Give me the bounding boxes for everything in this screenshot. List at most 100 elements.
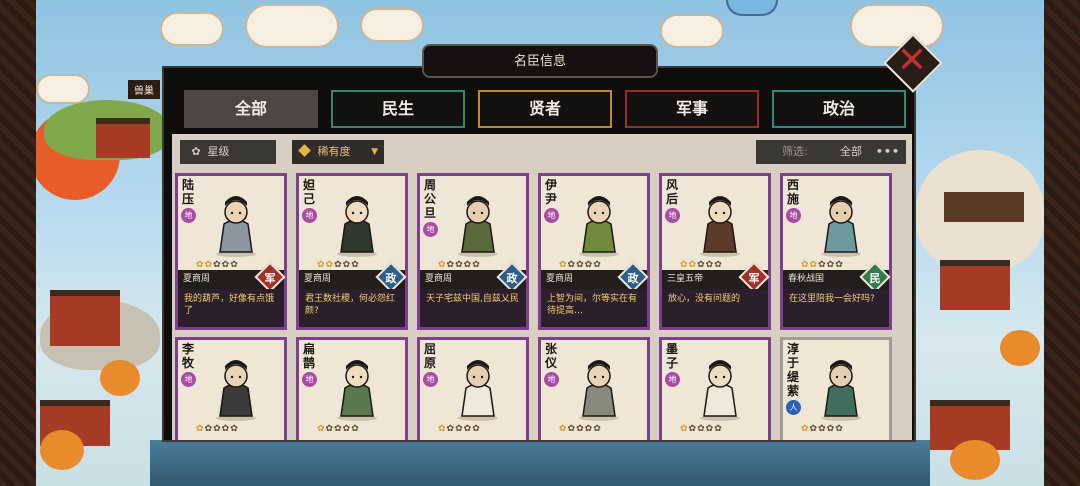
minister-card[interactable]: 淳于缇萦人 ✿✿✿✿✿ bbox=[780, 337, 892, 440]
close-button[interactable]: ✕ bbox=[883, 33, 943, 93]
star-rating: ✿✿✿✿✿ bbox=[680, 424, 723, 434]
minister-card[interactable]: 风后地 ✿✿✿✿✿ 三皇五帝 军放心，没有问题的 bbox=[659, 173, 771, 330]
autumn-tree bbox=[40, 430, 84, 470]
rank-badge: 地 bbox=[423, 372, 438, 387]
tab-sage[interactable]: 贤者 bbox=[478, 90, 612, 128]
minister-card[interactable]: 屈原地 ✿✿✿✿✿ bbox=[417, 337, 529, 440]
filter-label: 筛选: bbox=[782, 145, 808, 158]
close-x-icon: ✕ bbox=[896, 40, 928, 81]
sort-star-button[interactable]: ✿ 星级 bbox=[180, 140, 276, 164]
rank-badge: 地 bbox=[786, 208, 801, 223]
minister-portrait bbox=[811, 186, 871, 258]
era-label: 夏商周 bbox=[425, 274, 453, 284]
minister-name: 陆压 bbox=[182, 178, 195, 206]
minister-card[interactable]: 扁鹊地 ✿✿✿✿✿ bbox=[296, 337, 408, 440]
rank-badge: 地 bbox=[423, 222, 438, 237]
star-rating: ✿✿✿✿✿ bbox=[559, 260, 602, 270]
minister-card[interactable]: 李牧地 ✿✿✿✿✿ bbox=[175, 337, 287, 440]
minister-name: 扁鹊 bbox=[303, 342, 316, 370]
diamond-icon bbox=[298, 144, 311, 157]
rank-badge: 地 bbox=[302, 208, 317, 223]
minister-name: 淳于缇萦 bbox=[787, 342, 800, 398]
minister-card[interactable]: 周公旦地 ✿✿✿✿✿ 夏商周 政天子宅兹中国,自兹乂民 bbox=[417, 173, 529, 330]
rank-badge: 地 bbox=[665, 208, 680, 223]
minister-card[interactable]: 张仪地 ✿✿✿✿✿ bbox=[538, 337, 650, 440]
minister-portrait bbox=[690, 350, 750, 422]
tab-livelihood[interactable]: 民生 bbox=[331, 90, 465, 128]
star-rating: ✿✿✿✿✿ bbox=[438, 260, 481, 270]
ellipsis-icon[interactable]: ••• bbox=[876, 140, 900, 164]
minister-portrait bbox=[569, 350, 629, 422]
minister-card[interactable]: 陆压地 ✿✿✿✿✿ 夏商周 军我的葫芦，好像有点饿了 bbox=[175, 173, 287, 330]
sort-star-label: 星级 bbox=[207, 145, 230, 158]
sort-rarity-label: 稀有度 bbox=[317, 145, 351, 158]
star-rating: ✿✿✿✿✿ bbox=[801, 260, 844, 270]
era-label: 春秋战国 bbox=[788, 274, 825, 284]
minister-name: 西施 bbox=[787, 178, 800, 206]
category-label: 政 bbox=[385, 272, 397, 285]
minister-portrait bbox=[811, 350, 871, 422]
minister-name: 周公旦 bbox=[424, 178, 437, 220]
river bbox=[150, 440, 930, 486]
info-bar: 夏商周 政 bbox=[299, 261, 407, 293]
minister-portrait bbox=[569, 186, 629, 258]
palace bbox=[50, 290, 120, 346]
minister-quote: 放心，没有问题的 bbox=[662, 289, 768, 327]
tab-all[interactable]: 全部 bbox=[184, 90, 318, 128]
nest-sign: 兽巢 bbox=[128, 80, 160, 99]
category-label: 民 bbox=[869, 272, 881, 285]
minister-name: 墨子 bbox=[666, 342, 679, 370]
caret-down-icon: ▼ bbox=[371, 147, 378, 157]
temple bbox=[96, 118, 150, 158]
minister-card[interactable]: 西施地 ✿✿✿✿✿ 春秋战国 民在这里陪我一会好吗? bbox=[780, 173, 892, 330]
rank-badge: 地 bbox=[181, 372, 196, 387]
rank-badge: 地 bbox=[181, 208, 196, 223]
era-label: 夏商周 bbox=[546, 274, 574, 284]
minister-name: 张仪 bbox=[545, 342, 558, 370]
star-rating: ✿✿✿✿✿ bbox=[196, 260, 239, 270]
minister-card-grid: 陆压地 ✿✿✿✿✿ 夏商周 军我的葫芦，好像有点饿了 妲己地 ✿✿✿✿✿ 夏商周 政君王数社稷… bbox=[172, 170, 912, 440]
tab-politics[interactable]: 政治 bbox=[772, 90, 906, 128]
era-label: 夏商周 bbox=[304, 274, 332, 284]
top-orb bbox=[726, 0, 778, 16]
cloud bbox=[36, 74, 90, 104]
minister-portrait bbox=[206, 186, 266, 258]
info-bar: 夏商周 政 bbox=[420, 261, 528, 293]
autumn-tree bbox=[950, 440, 1000, 480]
sort-rarity-button[interactable]: 稀有度 ▼ bbox=[292, 140, 384, 164]
dialog-title: 名臣信息 bbox=[422, 44, 658, 78]
cloud bbox=[360, 8, 424, 42]
cloud bbox=[660, 14, 724, 48]
minister-portrait bbox=[448, 186, 508, 258]
era-label: 夏商周 bbox=[183, 274, 211, 284]
rank-badge: 地 bbox=[665, 372, 680, 387]
minister-name: 伊尹 bbox=[545, 178, 558, 206]
minister-quote: 我的葫芦，好像有点饿了 bbox=[178, 289, 284, 327]
minister-portrait bbox=[327, 350, 387, 422]
minister-card[interactable]: 妲己地 ✿✿✿✿✿ 夏商周 政君王数社稷，何必怨红颜? bbox=[296, 173, 408, 330]
filter-value: 全部 bbox=[840, 145, 862, 158]
minister-card[interactable]: 墨子地 ✿✿✿✿✿ bbox=[659, 337, 771, 440]
category-label: 政 bbox=[506, 272, 518, 285]
rank-badge: 人 bbox=[786, 400, 801, 415]
rank-badge: 地 bbox=[544, 372, 559, 387]
minister-portrait bbox=[690, 186, 750, 258]
cloud bbox=[160, 12, 224, 46]
filter-bar: ✿ 星级 稀有度 ▼ 筛选: 全部 ••• bbox=[180, 140, 906, 164]
minister-portrait bbox=[448, 350, 508, 422]
category-tabs: 全部 民生 贤者 军事 政治 bbox=[184, 90, 906, 128]
autumn-tree bbox=[1000, 330, 1040, 366]
star-rating: ✿✿✿✿✿ bbox=[680, 260, 723, 270]
left-border bbox=[0, 0, 36, 486]
info-bar: 夏商周 军 bbox=[178, 261, 286, 293]
tab-military[interactable]: 军事 bbox=[625, 90, 759, 128]
minister-name: 妲己 bbox=[303, 178, 316, 206]
minister-name: 屈原 bbox=[424, 342, 437, 370]
star-rating: ✿✿✿✿✿ bbox=[317, 424, 360, 434]
minister-card[interactable]: 伊尹地 ✿✿✿✿✿ 夏商周 政上智为间，尔等实在有待提高… bbox=[538, 173, 650, 330]
filter-dropdown[interactable]: 筛选: 全部 ••• bbox=[756, 140, 906, 164]
minister-name: 风后 bbox=[666, 178, 679, 206]
minister-quote: 天子宅兹中国,自兹乂民 bbox=[420, 289, 526, 327]
star-rating: ✿✿✿✿✿ bbox=[196, 424, 239, 434]
minister-portrait bbox=[206, 350, 266, 422]
